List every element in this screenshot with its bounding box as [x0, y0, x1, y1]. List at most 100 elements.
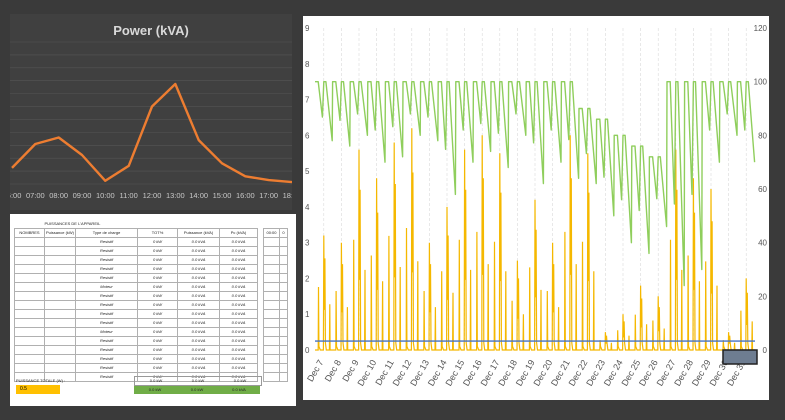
table-cell[interactable]: Resistif	[75, 300, 139, 310]
table-cell[interactable]	[263, 336, 281, 346]
table-cell[interactable]: 0.0 kVA	[219, 327, 259, 337]
table-cell[interactable]	[43, 345, 77, 355]
table-cell[interactable]: Resistif	[75, 354, 139, 364]
table-cell[interactable]	[279, 255, 289, 265]
table-cell[interactable]: 0 kW	[137, 327, 179, 337]
table-cell[interactable]	[43, 354, 77, 364]
table-cell[interactable]: 0.0 kVA	[219, 318, 259, 328]
table-cell[interactable]: 0 kW	[137, 309, 179, 319]
table-cell[interactable]: 0.0 kVA	[177, 318, 221, 328]
table-cell[interactable]	[43, 327, 77, 337]
table-cell[interactable]: Resistif	[75, 372, 139, 382]
table-cell[interactable]	[263, 318, 281, 328]
table-cell[interactable]	[263, 273, 281, 283]
table-cell[interactable]: Resistif	[75, 291, 139, 301]
range-scrollbar-handle[interactable]	[722, 349, 758, 365]
table-cell[interactable]: 0.0 kVA	[219, 309, 259, 319]
table-cell[interactable]	[43, 273, 77, 283]
table-cell[interactable]	[279, 318, 289, 328]
table-cell[interactable]: 0 kW	[137, 354, 179, 364]
table-cell[interactable]: Resistif	[75, 255, 139, 265]
table-cell[interactable]: 0.0 kVA	[177, 336, 221, 346]
table-cell[interactable]	[14, 255, 45, 265]
table-cell[interactable]	[279, 282, 289, 292]
table-cell[interactable]	[14, 336, 45, 346]
table-cell[interactable]: Resistif	[75, 246, 139, 256]
table-cell[interactable]	[279, 345, 289, 355]
table-cell[interactable]: 0.0 kVA	[219, 345, 259, 355]
table-cell[interactable]: 0.0 kVA	[177, 309, 221, 319]
table-cell[interactable]: 0.0 kVA	[219, 354, 259, 364]
table-cell[interactable]: Resistif	[75, 345, 139, 355]
table-cell[interactable]	[279, 336, 289, 346]
table-cell[interactable]: 0.0 kVA	[219, 363, 259, 373]
table-cell[interactable]	[14, 345, 45, 355]
table-cell[interactable]	[263, 264, 281, 274]
table-cell[interactable]: 0.0 kVA	[177, 363, 221, 373]
table-cell[interactable]	[263, 246, 281, 256]
table-cell[interactable]: 0.0 kVA	[177, 300, 221, 310]
table-cell[interactable]: 0 kW	[137, 300, 179, 310]
table-cell[interactable]	[43, 246, 77, 256]
table-cell[interactable]	[263, 363, 281, 373]
table-cell[interactable]	[14, 291, 45, 301]
table-cell[interactable]: Moteur	[75, 327, 139, 337]
table-cell[interactable]	[14, 273, 45, 283]
table-cell[interactable]	[279, 363, 289, 373]
table-cell[interactable]: 0 kW	[137, 336, 179, 346]
table-cell[interactable]	[263, 309, 281, 319]
table-cell[interactable]: 0.0 kVA	[177, 237, 221, 247]
table-cell[interactable]: 0.0 kVA	[177, 273, 221, 283]
table-cell[interactable]: Resistif	[75, 237, 139, 247]
table-cell[interactable]: 0 kW	[137, 318, 179, 328]
table-cell[interactable]	[279, 273, 289, 283]
table-cell[interactable]	[43, 336, 77, 346]
table-cell[interactable]	[14, 363, 45, 373]
table-cell[interactable]: 0.0 kVA	[219, 237, 259, 247]
table-cell[interactable]	[279, 291, 289, 301]
table-cell[interactable]	[14, 327, 45, 337]
table-cell[interactable]: Resistif	[75, 363, 139, 373]
table-cell[interactable]: 0 kW	[137, 273, 179, 283]
table-cell[interactable]: 0.0 kVA	[219, 264, 259, 274]
table-cell[interactable]	[279, 309, 289, 319]
table-cell[interactable]: 0.0 kVA	[219, 291, 259, 301]
table-cell[interactable]	[279, 354, 289, 364]
table-cell[interactable]: 0.0 kVA	[177, 291, 221, 301]
table-cell[interactable]: 0 kW	[137, 363, 179, 373]
table-cell[interactable]: Resistif	[75, 318, 139, 328]
table-cell[interactable]	[43, 255, 77, 265]
table-cell[interactable]	[279, 327, 289, 337]
table-cell[interactable]	[263, 354, 281, 364]
table-cell[interactable]: 0 kW	[137, 255, 179, 265]
table-cell[interactable]	[263, 282, 281, 292]
table-cell[interactable]: 0.0 kVA	[177, 255, 221, 265]
table-cell[interactable]	[263, 291, 281, 301]
table-cell[interactable]: Resistif	[75, 309, 139, 319]
table-cell[interactable]	[43, 237, 77, 247]
table-cell[interactable]	[263, 345, 281, 355]
table-cell[interactable]	[43, 318, 77, 328]
table-cell[interactable]: Resistif	[75, 336, 139, 346]
table-cell[interactable]: 0.0 kVA	[219, 300, 259, 310]
table-cell[interactable]	[263, 300, 281, 310]
table-cell[interactable]	[14, 318, 45, 328]
table-cell[interactable]	[14, 246, 45, 256]
table-cell[interactable]	[14, 282, 45, 292]
table-cell[interactable]	[279, 237, 289, 247]
table-cell[interactable]: Resistif	[75, 273, 139, 283]
table-cell[interactable]	[43, 291, 77, 301]
table-cell[interactable]: 0 kW	[137, 345, 179, 355]
table-cell[interactable]	[43, 309, 77, 319]
table-cell[interactable]: 0 kW	[137, 282, 179, 292]
table-cell[interactable]: 0.0 kVA	[177, 354, 221, 364]
table-cell[interactable]: 0.0 kVA	[177, 345, 221, 355]
table-cell[interactable]	[14, 237, 45, 247]
table-cell[interactable]: Moteur	[75, 282, 139, 292]
table-cell[interactable]	[14, 264, 45, 274]
table-cell[interactable]: 0.0 kVA	[219, 255, 259, 265]
total-value-cell[interactable]: 0.5	[16, 385, 60, 394]
table-cell[interactable]	[43, 282, 77, 292]
table-cell[interactable]: 0.0 kVA	[177, 264, 221, 274]
table-cell[interactable]	[263, 327, 281, 337]
